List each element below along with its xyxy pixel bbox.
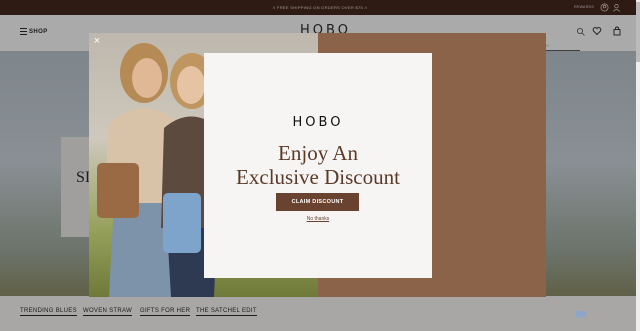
modal-headline: Enjoy An Exclusive Discount [204,141,432,189]
scrollbar-thumb[interactable] [636,2,640,62]
modal-logo: HOBO [292,115,344,130]
claim-discount-button[interactable]: CLAIM DISCOUNT [276,193,359,211]
headline-line-2: Exclusive Discount [236,165,400,189]
headline-line-1: Enjoy An [278,141,358,165]
no-thanks-link[interactable]: No thanks [204,216,432,222]
close-icon[interactable]: × [91,35,103,47]
scrollbar[interactable] [636,0,640,331]
chat-icon[interactable] [575,310,587,320]
modal-panel: HOBO Enjoy An Exclusive Discount CLAIM D… [204,53,432,278]
